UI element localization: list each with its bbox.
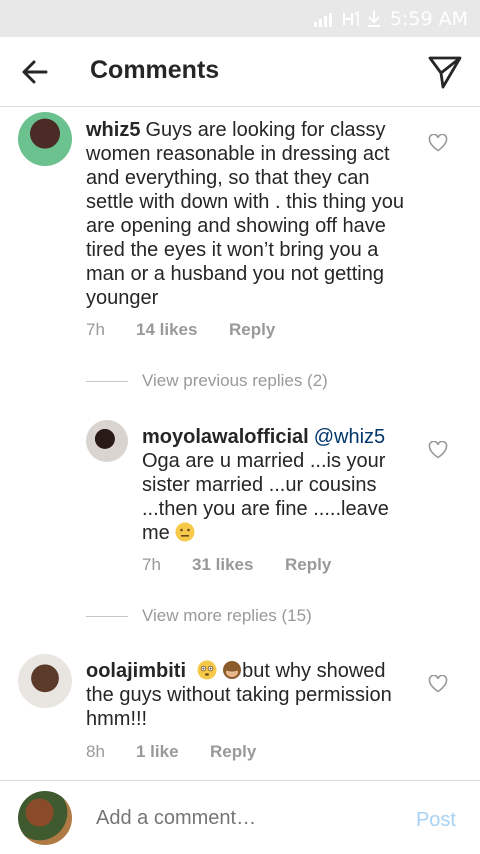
divider-line: [86, 380, 128, 382]
download-icon: [367, 10, 380, 27]
comment-time: 8h: [86, 742, 105, 761]
comment-text: moyolawalofficial @whiz5 Oga are u marrie…: [142, 425, 414, 545]
current-user-avatar: [18, 791, 72, 845]
comment-likes[interactable]: 31 likes: [192, 555, 285, 575]
status-bar: 5:59 AM: [0, 0, 480, 37]
comment-composer: Post: [0, 780, 480, 854]
network-h-icon: [342, 10, 359, 26]
comment-likes[interactable]: 1 like: [136, 742, 210, 762]
back-arrow-icon[interactable]: [18, 55, 52, 89]
send-icon[interactable]: [426, 53, 464, 91]
neutral-face-emoji-icon: [175, 522, 195, 542]
see-no-evil-monkey-emoji-icon: [223, 661, 242, 679]
comment-username[interactable]: whiz5: [86, 119, 140, 141]
status-icons: [313, 10, 382, 28]
view-previous-replies-label[interactable]: View previous replies (2): [142, 371, 328, 391]
comment-meta: 7h 14 likes Reply: [86, 320, 275, 340]
comment-time: 7h: [86, 320, 105, 339]
status-time: 5:59 AM: [389, 7, 468, 30]
heart-icon[interactable]: [428, 675, 448, 693]
view-more-replies[interactable]: View more replies (15): [86, 606, 312, 626]
heart-icon[interactable]: [428, 134, 448, 152]
avatar[interactable]: [86, 420, 128, 462]
page-title: Comments: [90, 56, 220, 84]
avatar[interactable]: [18, 112, 72, 166]
comment-reply-button[interactable]: Reply: [210, 742, 256, 762]
flushed-face-emoji-icon: [197, 660, 217, 680]
comment-time: 7h: [142, 555, 161, 574]
comment-reply-button[interactable]: Reply: [229, 320, 275, 340]
view-previous-replies[interactable]: View previous replies (2): [86, 371, 328, 391]
mention-link[interactable]: @whiz5: [314, 426, 385, 448]
signal-icon: [313, 12, 332, 27]
comment-username[interactable]: moyolawalofficial: [142, 426, 309, 448]
comment-meta: 8h 1 like Reply: [86, 742, 256, 762]
comment-meta: 7h 31 likes Reply: [142, 555, 331, 575]
comment-text: oolajimbiti but why showed the guys with…: [86, 659, 416, 731]
header: Comments: [0, 37, 480, 107]
view-more-replies-label[interactable]: View more replies (15): [142, 606, 312, 626]
comment-likes[interactable]: 14 likes: [136, 320, 229, 340]
post-button[interactable]: Post: [416, 809, 456, 832]
comment-body: Guys are looking for classy women reason…: [86, 119, 404, 309]
heart-icon[interactable]: [428, 441, 448, 459]
comment-text: whiz5 Guys are looking for classy women r…: [86, 118, 416, 310]
avatar[interactable]: [18, 654, 72, 708]
add-comment-input[interactable]: [96, 807, 386, 830]
comment-username[interactable]: oolajimbiti: [86, 660, 186, 682]
divider-line: [86, 615, 128, 617]
comment-reply-button[interactable]: Reply: [285, 555, 331, 575]
